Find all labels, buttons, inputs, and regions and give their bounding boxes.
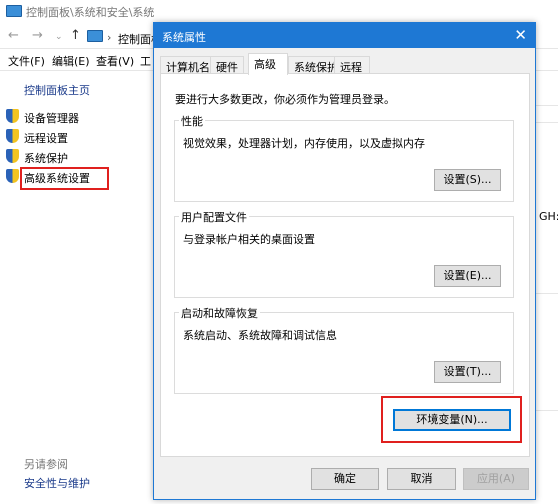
- dialog-title: 系统属性: [154, 23, 535, 48]
- user-profiles-group: 用户配置文件 与登录帐户相关的桌面设置 设置(E)...: [174, 209, 514, 298]
- group-description: 与登录帐户相关的桌面设置: [183, 233, 315, 246]
- back-button[interactable]: ←: [8, 28, 19, 43]
- shield-icon: [6, 169, 19, 183]
- tab-advanced[interactable]: 高级: [248, 53, 288, 75]
- highlight-box: [381, 396, 522, 443]
- group-description: 系统启动、系统故障和调试信息: [183, 329, 337, 342]
- cancel-button[interactable]: 取消: [387, 468, 456, 490]
- menu-tools[interactable]: 工: [140, 53, 151, 69]
- performance-group: 性能 视觉效果，处理器计划，内存使用，以及虚拟内存 设置(S)...: [174, 113, 514, 202]
- remote-settings-link[interactable]: 远程设置: [24, 130, 68, 146]
- advanced-tab-panel: 要进行大多数更改，你必须作为管理员登录。 性能 视觉效果，处理器计划，内存使用，…: [160, 73, 530, 457]
- computer-icon: [6, 5, 22, 17]
- control-panel-home-link[interactable]: 控制面板主页: [24, 82, 90, 98]
- group-description: 视觉效果，处理器计划，内存使用，以及虚拟内存: [183, 137, 425, 150]
- tab-hardware[interactable]: 硬件: [210, 56, 244, 74]
- highlight-box: [20, 167, 109, 190]
- group-label: 启动和故障恢复: [179, 305, 260, 321]
- menu-edit[interactable]: 编辑(E): [52, 53, 90, 69]
- menu-file[interactable]: 文件(F): [8, 53, 45, 69]
- see-also-heading: 另请参阅: [24, 458, 68, 471]
- group-label: 用户配置文件: [179, 209, 249, 225]
- admin-note: 要进行大多数更改，你必须作为管理员登录。: [175, 93, 395, 106]
- system-protection-link[interactable]: 系统保护: [24, 150, 68, 166]
- shield-icon: [6, 149, 19, 163]
- startup-recovery-settings-button[interactable]: 设置(T)...: [434, 361, 501, 383]
- device-manager-link[interactable]: 设备管理器: [24, 110, 79, 126]
- apply-button[interactable]: 应用(A): [463, 468, 529, 490]
- user-profiles-settings-button[interactable]: 设置(E)...: [434, 265, 501, 287]
- forward-button[interactable]: →: [32, 28, 43, 43]
- computer-icon: [87, 30, 103, 42]
- menu-view[interactable]: 查看(V): [96, 53, 134, 69]
- chevron-right-icon: ›: [107, 31, 112, 44]
- recent-dropdown-icon[interactable]: ⌄: [55, 32, 63, 42]
- tab-computer-name[interactable]: 计算机名: [160, 56, 216, 74]
- up-button[interactable]: ↑: [70, 28, 81, 43]
- shield-icon: [6, 109, 19, 123]
- cpu-text-partial: GH:: [539, 210, 558, 223]
- group-label: 性能: [179, 113, 205, 129]
- startup-recovery-group: 启动和故障恢复 系统启动、系统故障和调试信息 设置(T)...: [174, 305, 514, 394]
- security-maintenance-link[interactable]: 安全性与维护: [24, 475, 90, 491]
- shield-icon: [6, 129, 19, 143]
- tab-remote[interactable]: 远程: [334, 56, 370, 74]
- window-title: 控制面板\系统和安全\系统: [26, 6, 155, 19]
- system-properties-dialog: 系统属性 ✕ 计算机名 硬件 高级 系统保护 远程 要进行大多数更改，你必须作为…: [153, 22, 536, 500]
- ok-button[interactable]: 确定: [311, 468, 379, 490]
- performance-settings-button[interactable]: 设置(S)...: [434, 169, 501, 191]
- close-icon[interactable]: ✕: [514, 26, 527, 44]
